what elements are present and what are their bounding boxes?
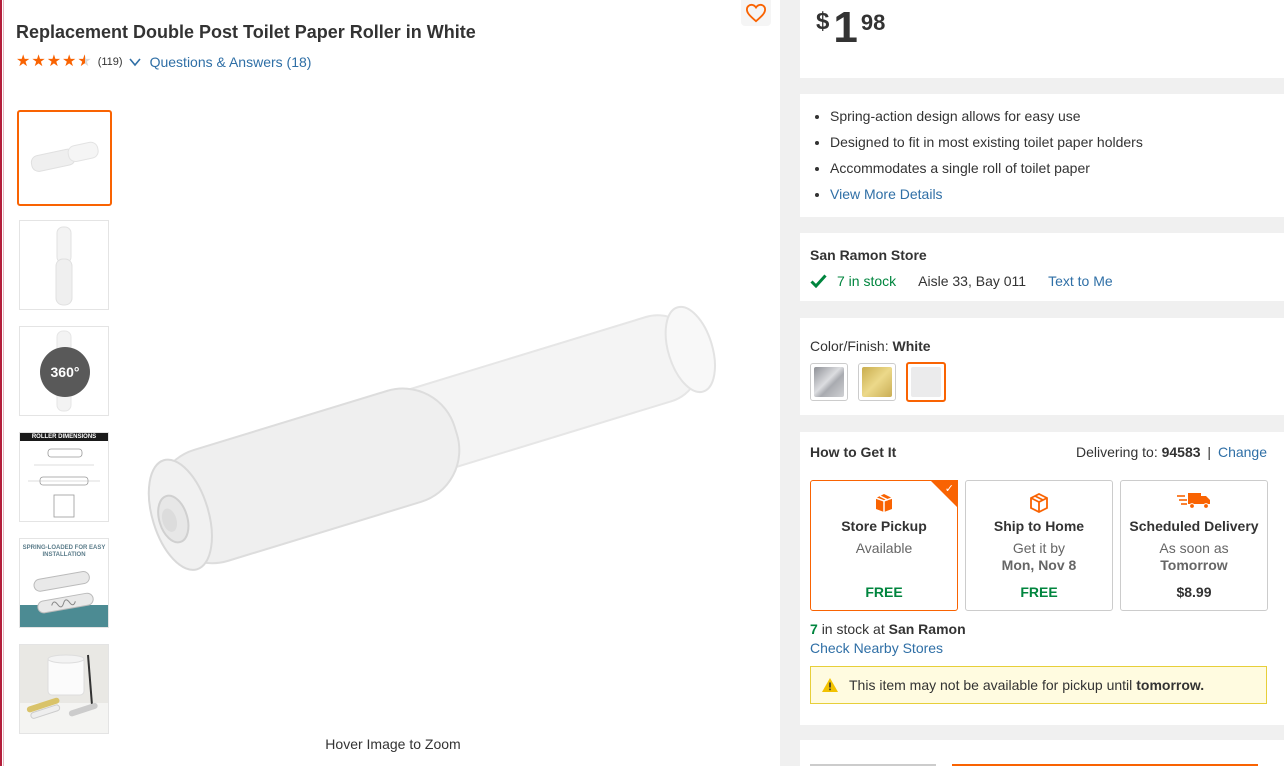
option-name: Store Pickup bbox=[841, 518, 927, 534]
zip-separator: | bbox=[1207, 444, 1212, 460]
lifestyle-image bbox=[20, 645, 108, 733]
favorite-button[interactable] bbox=[741, 0, 771, 26]
color-card: Color/Finish: White bbox=[800, 318, 1284, 415]
swatch-white[interactable] bbox=[906, 362, 946, 402]
feature-item: Spring-action design allows for easy use bbox=[830, 103, 1284, 129]
option-status: As soon as bbox=[1159, 540, 1229, 556]
price-cents: 98 bbox=[860, 10, 886, 35]
view-more-details-link[interactable]: View More Details bbox=[830, 186, 943, 202]
star-icon: ★ bbox=[62, 53, 77, 70]
how-to-get-it-title: How to Get It bbox=[810, 444, 897, 460]
thumbnail-2[interactable] bbox=[19, 220, 109, 310]
thumbnail-lifestyle[interactable] bbox=[19, 644, 109, 734]
review-count[interactable]: (119) bbox=[98, 56, 123, 68]
swatch-chrome[interactable] bbox=[810, 363, 848, 401]
store-card: San Ramon Store 7 in stock Aisle 33, Bay… bbox=[800, 233, 1284, 301]
option-cost: FREE bbox=[865, 584, 903, 600]
option-date: Tomorrow bbox=[1160, 557, 1228, 573]
star-icon: ★ bbox=[16, 53, 31, 70]
change-zip-link[interactable]: Change bbox=[1218, 444, 1267, 460]
store-pickup-option[interactable]: ✓ Store Pickup Available FREE bbox=[810, 480, 958, 611]
ship-box-icon-wrap bbox=[966, 491, 1112, 513]
product-title: Replacement Double Post Toilet Paper Rol… bbox=[16, 22, 476, 42]
stock-status: 7 in stock bbox=[837, 273, 897, 289]
view-more-item: View More Details bbox=[830, 181, 1284, 207]
feature-item: Designed to fit in most existing toilet … bbox=[830, 129, 1284, 155]
swatch-brass[interactable] bbox=[858, 363, 896, 401]
store-pickup-icon-wrap bbox=[811, 491, 957, 513]
delivering-to: Delivering to: 94583 | Change bbox=[1076, 444, 1267, 460]
questions-answers-link[interactable]: Questions & Answers (18) bbox=[150, 54, 312, 70]
features-card: Spring-action design allows for easy use… bbox=[800, 94, 1284, 217]
instock-store: San Ramon bbox=[888, 621, 966, 637]
option-status: Available bbox=[855, 540, 913, 556]
chrome-swatch-fill bbox=[814, 367, 844, 397]
instock-summary: 7 in stock at San Ramon bbox=[810, 621, 966, 637]
dimension-diagram-image bbox=[28, 448, 100, 518]
scheduled-delivery-option[interactable]: Scheduled Delivery As soon as Tomorrow $… bbox=[1120, 480, 1268, 611]
spring-roller-image bbox=[20, 571, 108, 627]
thumbnail-dimensions[interactable]: ROLLER DIMENSIONS bbox=[19, 432, 109, 522]
page-left-rule bbox=[0, 0, 4, 766]
store-stock-row: 7 in stock Aisle 33, Bay 011 Text to Me bbox=[810, 273, 1113, 289]
option-cost: $8.99 bbox=[1176, 584, 1212, 600]
star-icon: ★ bbox=[31, 53, 46, 70]
brass-swatch-fill bbox=[862, 367, 892, 397]
thumbnail-spring[interactable]: SPRING-LOADED FOR EASY INSTALLATION bbox=[19, 538, 109, 628]
option-date: Mon, Nov 8 bbox=[1001, 557, 1077, 573]
half-star-icon: ★ bbox=[77, 53, 92, 70]
main-product-image[interactable] bbox=[126, 290, 736, 580]
rating-row: ★ ★ ★ ★ ★ (119) Questions & Answers (18) bbox=[16, 54, 312, 71]
option-cost: FREE bbox=[1020, 584, 1058, 600]
add-to-cart-card bbox=[800, 740, 1284, 766]
fulfillment-card: How to Get It Delivering to: 94583 | Cha… bbox=[800, 432, 1284, 725]
dimensions-header: ROLLER DIMENSIONS bbox=[20, 433, 108, 441]
roller-thumbnail-image bbox=[30, 141, 99, 172]
selected-color: White bbox=[892, 338, 931, 354]
rotate-360-icon: 360° bbox=[40, 347, 90, 397]
roller-vertical-image bbox=[55, 226, 73, 306]
delivery-truck-icon-wrap bbox=[1121, 491, 1267, 513]
pickup-alert: This item may not be available for picku… bbox=[810, 666, 1267, 704]
heart-icon bbox=[745, 3, 767, 23]
instock-text: in stock at bbox=[821, 621, 885, 637]
store-pickup-icon bbox=[875, 494, 893, 512]
text-to-me-link[interactable]: Text to Me bbox=[1048, 273, 1113, 289]
white-swatch-fill bbox=[911, 367, 941, 397]
option-status: Get it by bbox=[1012, 540, 1066, 556]
store-name[interactable]: San Ramon Store bbox=[810, 247, 927, 263]
color-label: Color/Finish: White bbox=[810, 338, 931, 354]
checkmark-icon bbox=[810, 274, 827, 288]
ship-to-home-option[interactable]: Ship to Home Get it by Mon, Nov 8 FREE bbox=[965, 480, 1113, 611]
option-name: Ship to Home bbox=[993, 518, 1085, 534]
color-label-text: Color/Finish: bbox=[810, 338, 889, 354]
aisle-location: Aisle 33, Bay 011 bbox=[918, 273, 1027, 289]
buy-box-column: $ 1 98 Spring-action design allows for e… bbox=[780, 0, 1284, 766]
product-media-column: Replacement Double Post Toilet Paper Rol… bbox=[6, 0, 780, 766]
price-currency: $ bbox=[816, 8, 830, 35]
chevron-down-icon[interactable] bbox=[128, 55, 142, 69]
alert-bold: tomorrow. bbox=[1136, 677, 1205, 693]
feature-item: Accommodates a single roll of toilet pap… bbox=[830, 155, 1284, 181]
feature-list: Spring-action design allows for easy use… bbox=[800, 94, 1284, 207]
delivery-zip: 94583 bbox=[1161, 444, 1201, 460]
price: $ 1 98 bbox=[816, 6, 885, 50]
check-nearby-stores-link[interactable]: Check Nearby Stores bbox=[810, 640, 943, 656]
delivering-label: Delivering to: bbox=[1076, 444, 1158, 460]
instock-count: 7 bbox=[810, 621, 818, 637]
thumbnail-1[interactable] bbox=[17, 110, 112, 206]
price-card: $ 1 98 bbox=[800, 0, 1284, 78]
star-icon: ★ bbox=[46, 53, 62, 70]
price-dollars: 1 bbox=[833, 3, 858, 52]
warning-icon bbox=[822, 678, 838, 692]
option-name: Scheduled Delivery bbox=[1129, 518, 1259, 534]
zoom-caption: Hover Image to Zoom bbox=[325, 736, 461, 752]
thumbnail-360[interactable]: 360° bbox=[19, 326, 109, 416]
rating-stars[interactable]: ★ ★ ★ ★ ★ bbox=[16, 54, 92, 70]
ship-box-icon bbox=[1030, 492, 1048, 513]
alert-text: This item may not be available for picku… bbox=[849, 677, 1133, 693]
delivery-truck-icon bbox=[1177, 493, 1210, 509]
